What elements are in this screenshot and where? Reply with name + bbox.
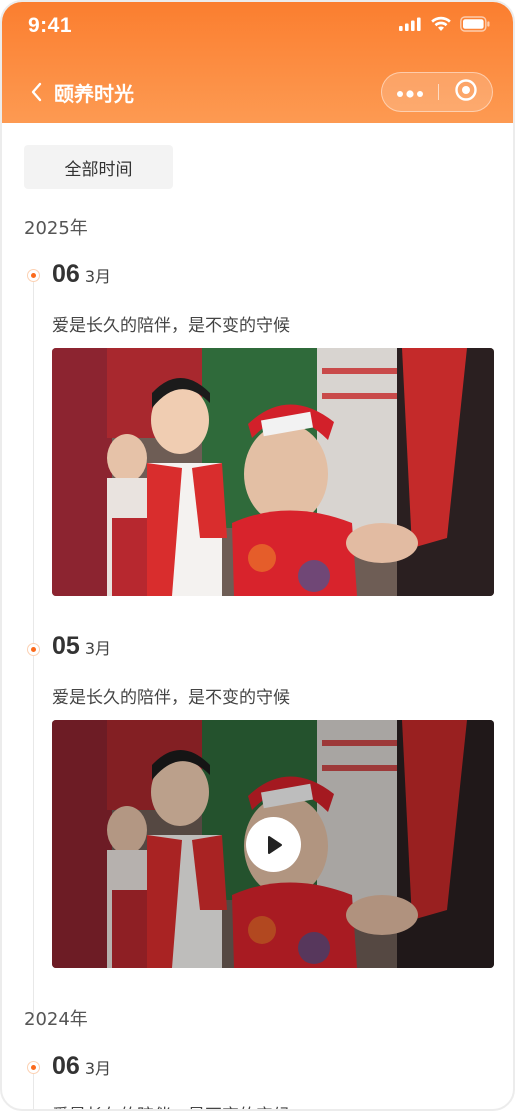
time-filter-button[interactable]: 全部时间 [24, 145, 173, 189]
year-label: 2024年 [24, 1009, 88, 1030]
chevron-left-icon [29, 81, 43, 107]
mini-program-capsule [381, 72, 493, 112]
phone-screen: 9:41 颐养时光 全部时间 2025年 06 3月 爱是长久的陪伴，是不变的守… [0, 0, 515, 1111]
status-icons [398, 16, 491, 36]
timeline-line [33, 1073, 34, 1109]
entry-day: 06 [52, 1052, 80, 1080]
entry-month: 3月 [84, 267, 111, 286]
entry-day: 05 [52, 632, 80, 660]
play-button[interactable] [246, 817, 301, 872]
battery-icon [460, 16, 491, 36]
entry-date: 06 3月 [52, 1052, 111, 1081]
more-button[interactable] [382, 73, 438, 111]
nav-bar: 颐养时光 [2, 72, 513, 116]
entry-day: 06 [52, 260, 80, 288]
close-mini-program-button[interactable] [439, 73, 493, 111]
page-title: 颐养时光 [54, 82, 134, 106]
year-label: 2025年 [24, 218, 88, 239]
status-time: 9:41 [28, 14, 73, 37]
entry-text: 爱是长久的陪伴，是不变的守候 [52, 688, 290, 708]
play-icon [264, 834, 284, 856]
header: 9:41 颐养时光 [2, 2, 513, 123]
timeline-content: 全部时间 2025年 06 3月 爱是长久的陪伴，是不变的守候 05 3月 爱是… [2, 123, 513, 1109]
entry-photo[interactable] [52, 348, 494, 596]
timeline-dot [27, 643, 40, 656]
target-icon [454, 78, 478, 106]
timeline-dot [27, 1061, 40, 1074]
entry-text: 爱是长久的陪伴，是不变的守候 [52, 316, 290, 336]
entry-date: 05 3月 [52, 632, 111, 661]
entry-text: 爱是长久的陪伴，是不变的守候 [52, 1101, 290, 1109]
entry-month: 3月 [84, 639, 111, 658]
wifi-icon [430, 16, 452, 36]
entry-video[interactable] [52, 720, 494, 968]
timeline-dot [27, 269, 40, 282]
more-dots-icon [396, 83, 424, 102]
signal-icon [398, 16, 422, 36]
entry-month: 3月 [84, 1059, 111, 1078]
back-button[interactable] [24, 80, 48, 108]
status-bar: 9:41 [2, 2, 513, 52]
entry-date: 06 3月 [52, 260, 111, 289]
birthday-photo [52, 348, 494, 596]
